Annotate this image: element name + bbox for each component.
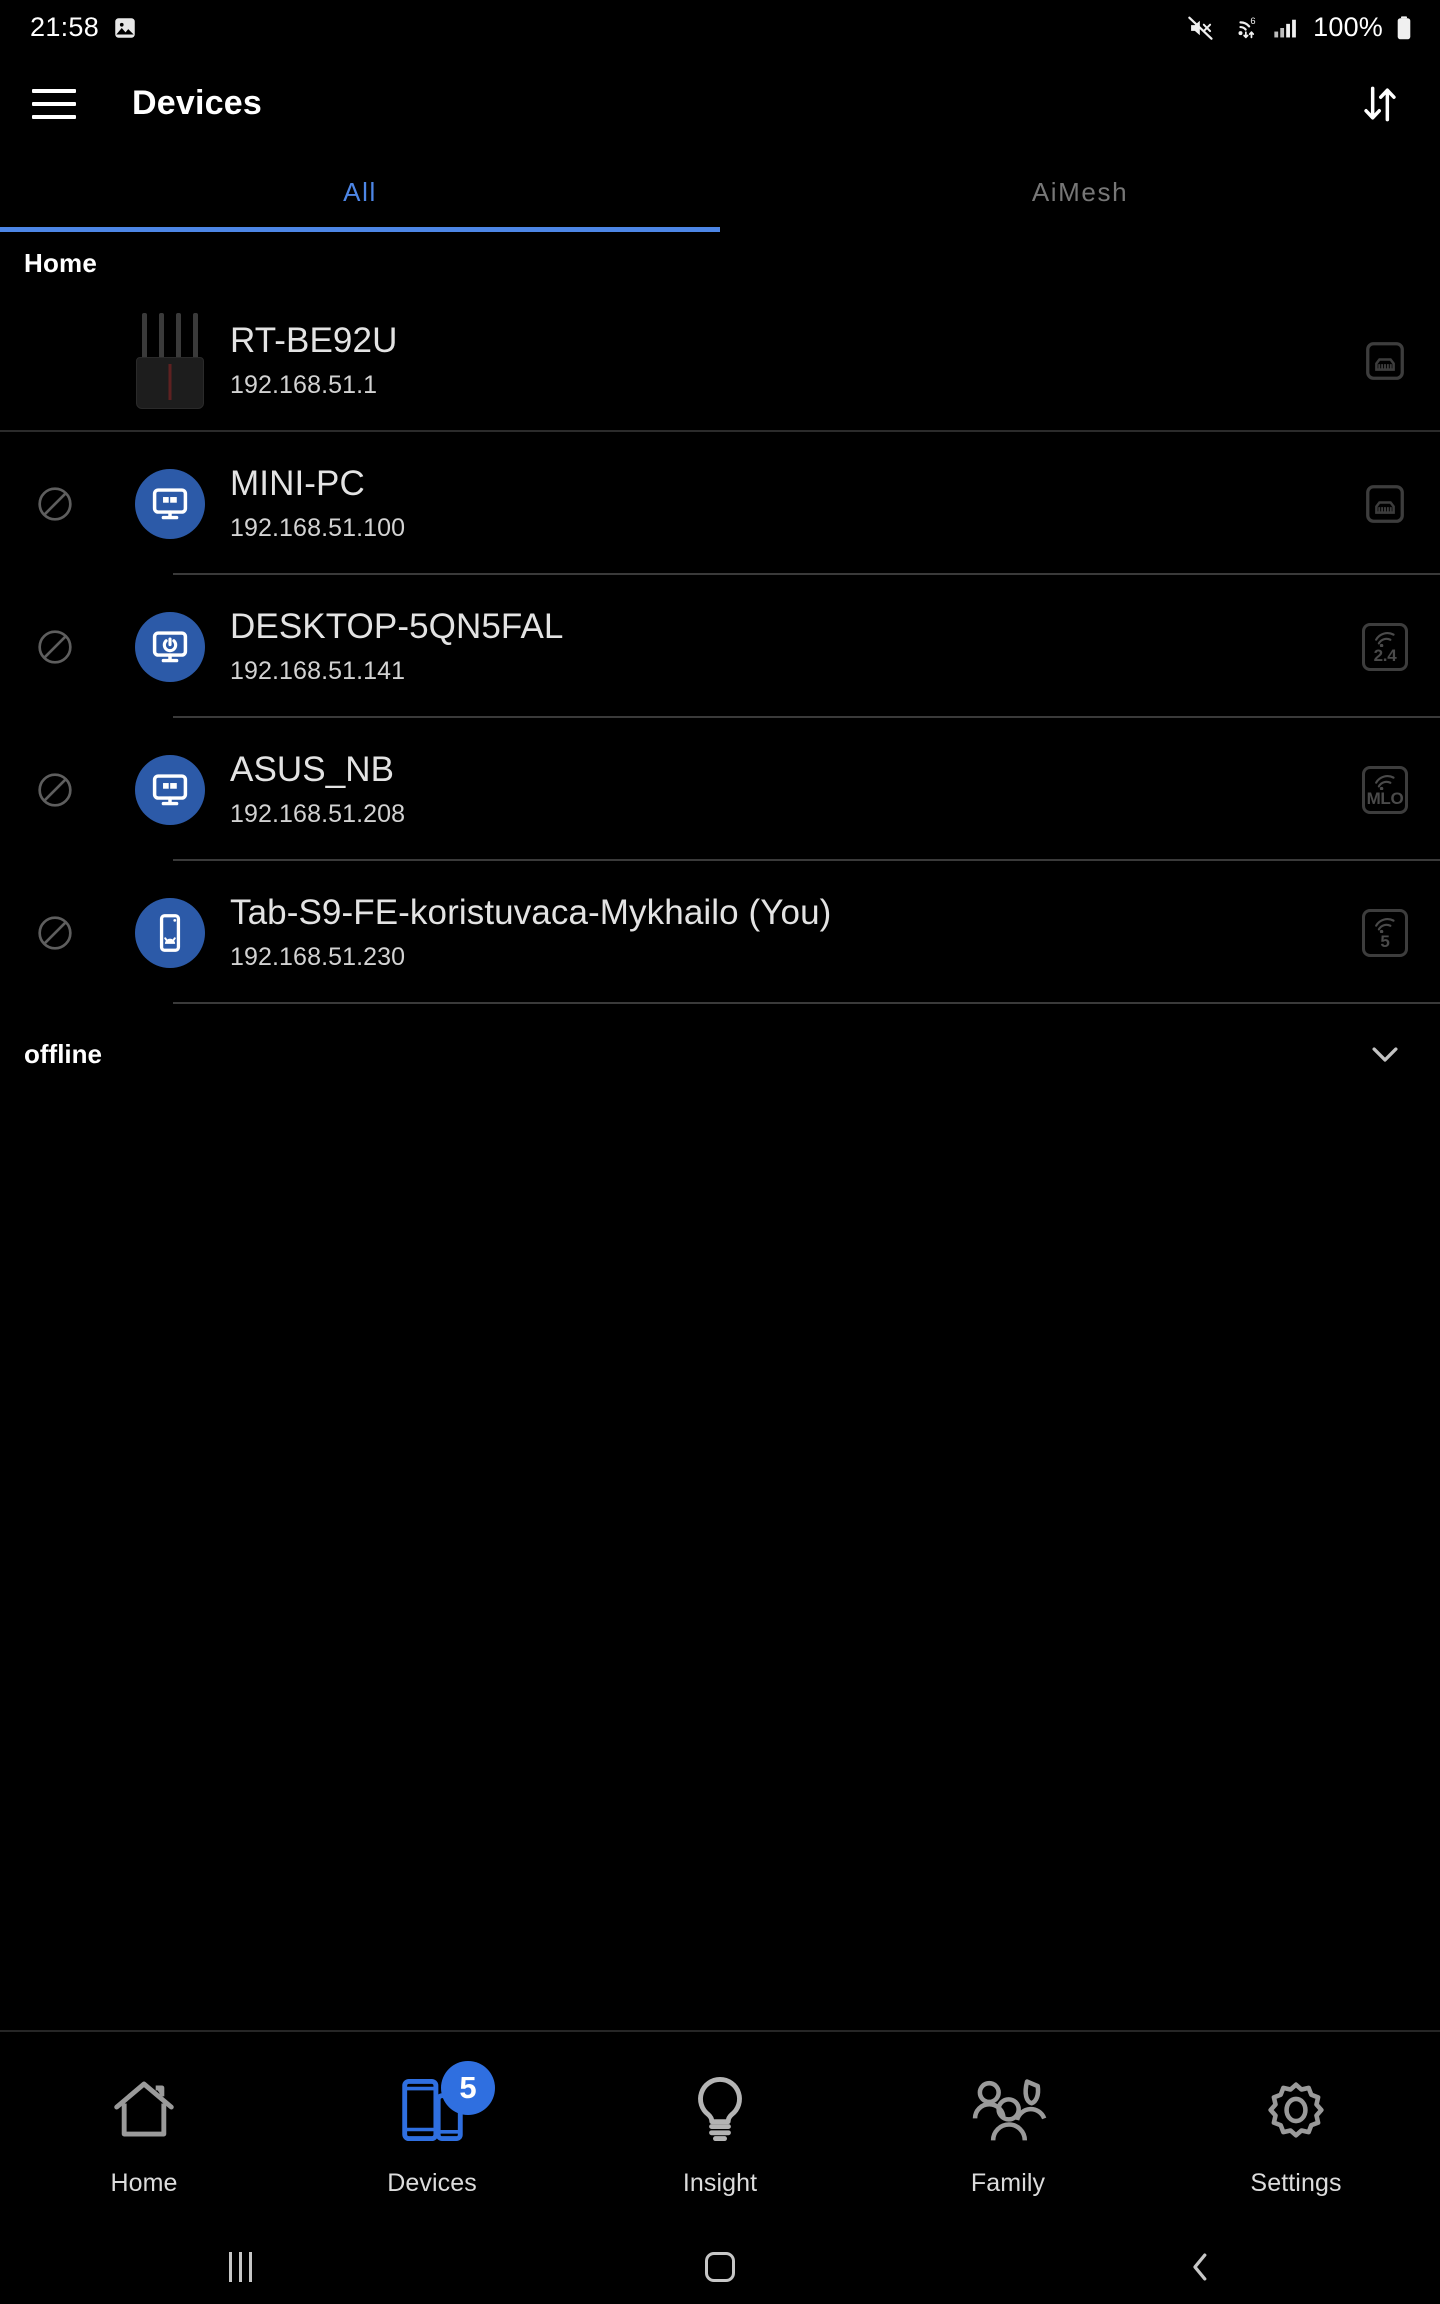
android-tablet-icon [135,897,205,968]
device-filter-tabs: All AiMesh [0,152,1440,232]
section-header-home: Home [24,248,98,278]
wifi-band-label: 5 [1380,931,1390,951]
hamburger-menu-icon[interactable] [32,80,80,128]
nav-label: Home [110,2168,178,2197]
windows-desktop-icon [135,754,205,825]
tab-all[interactable]: All [0,152,720,232]
connection-indicator [1330,338,1440,384]
block-device-icon[interactable] [0,484,110,524]
ethernet-icon [1366,341,1404,380]
svg-text:6: 6 [1251,15,1256,25]
avatar [110,754,230,825]
android-system-nav [0,2230,1440,2304]
tab-aimesh[interactable]: AiMesh [720,152,1440,232]
cellular-signal-icon [1274,19,1297,37]
device-info: RT-BE92U 192.168.51.1 [230,321,1330,399]
block-device-icon[interactable] [0,770,110,810]
device-ip: 192.168.51.1 [230,370,378,399]
connection-indicator: 2.4 [1330,622,1440,671]
section-header-offline: offline [24,1038,102,1069]
connection-indicator: MLO [1330,765,1440,814]
avatar [110,611,230,682]
connection-indicator [1330,481,1440,527]
avatar [110,312,230,409]
nav-label: Insight [682,2168,758,2197]
wifi-band-icon: MLO [1362,765,1408,814]
recent-apps-icon[interactable] [0,2252,480,2282]
table-row[interactable]: MINI-PC 192.168.51.100 [0,432,1440,575]
people-icon [966,2065,1050,2155]
app-header-bar: Devices [0,55,1440,152]
device-name: Tab-S9-FE-koristuvaca-Mykhailo (You) [230,893,832,933]
nav-item-family[interactable]: Family [864,2032,1152,2230]
avatar [110,468,230,539]
desktop-power-icon [135,611,205,682]
system-status-bar: 21:58 6 100% [0,0,1440,55]
status-bar-clock: 21:58 [30,12,100,42]
back-chevron-icon[interactable] [960,2248,1440,2286]
mute-icon [1188,16,1213,40]
chevron-down-icon[interactable] [1364,1033,1406,1075]
wifi-band-icon: 5 [1362,908,1408,957]
gear-icon [1257,2065,1335,2155]
nav-item-insight[interactable]: Insight [576,2032,864,2230]
table-row[interactable]: DESKTOP-5QN5FAL 192.168.51.141 2.4 [0,575,1440,718]
nav-label: Settings [1250,2168,1342,2197]
ethernet-icon [1366,484,1404,523]
block-circle-icon [38,486,72,521]
device-info: Tab-S9-FE-koristuvaca-Mykhailo (You) 192… [230,893,1330,971]
device-ip: 192.168.51.100 [230,513,406,542]
block-circle-icon [38,915,72,950]
device-list: RT-BE92U 192.168.51.1 MINI-PC 192.168.51… [0,289,1440,1004]
block-circle-icon [38,629,72,664]
device-ip: 192.168.51.141 [230,656,406,685]
sort-arrows-icon[interactable] [1350,74,1410,134]
status-bar-left: 21:58 [30,12,138,43]
nav-item-devices[interactable]: 5 Devices [288,2032,576,2230]
wifi-band-label: MLO [1366,788,1404,808]
block-circle-icon [38,772,72,807]
empty-content-area [0,1104,1440,2030]
nav-item-settings[interactable]: Settings [1152,2032,1440,2230]
page-title: Devices [132,84,262,122]
devices-icon: 5 [393,2060,495,2155]
device-name: ASUS_NB [230,750,395,790]
wifi-6-icon: 6 [1238,15,1256,38]
device-name: RT-BE92U [230,321,398,361]
device-ip: 192.168.51.230 [230,942,406,971]
windows-desktop-icon [135,468,205,539]
table-row[interactable]: Tab-S9-FE-koristuvaca-Mykhailo (You) 192… [0,861,1440,1004]
home-square-icon[interactable] [480,2252,960,2282]
device-ip: 192.168.51.208 [230,799,406,828]
devices-count-badge: 5 [441,2060,495,2115]
nav-item-home[interactable]: Home [0,2032,288,2230]
device-info: MINI-PC 192.168.51.100 [230,464,1330,542]
status-bar-right: 6 100% [1186,12,1414,43]
tab-active-indicator [0,227,720,232]
connection-indicator: 5 [1330,908,1440,957]
table-row[interactable]: ASUS_NB 192.168.51.208 MLO [0,718,1440,861]
table-row[interactable]: RT-BE92U 192.168.51.1 [0,289,1440,432]
bottom-navigation-bar: Home 5 Devices Insight Family Settings [0,2030,1440,2230]
device-name: DESKTOP-5QN5FAL [230,607,564,647]
block-device-icon[interactable] [0,913,110,953]
battery-full-icon [1397,15,1411,39]
block-device-icon[interactable] [0,627,110,667]
wifi-band-label: 2.4 [1373,645,1397,665]
avatar [110,897,230,968]
device-info: DESKTOP-5QN5FAL 192.168.51.141 [230,607,1330,685]
image-icon [115,17,135,38]
nav-label: Family [970,2168,1046,2197]
wifi-band-icon: 2.4 [1362,622,1408,671]
row-divider [173,1002,1440,1004]
nav-label: Devices [387,2168,477,2197]
home-icon [105,2065,183,2155]
offline-section-toggle[interactable]: offline [0,1004,1440,1104]
app-screen: 21:58 6 100% Devices All AiMesh Home RT-… [0,0,1440,2304]
device-info: ASUS_NB 192.168.51.208 [230,750,1330,828]
router-image [134,312,206,409]
bulb-icon [681,2065,759,2155]
battery-percent-label: 100% [1313,12,1383,42]
device-name: MINI-PC [230,464,365,504]
